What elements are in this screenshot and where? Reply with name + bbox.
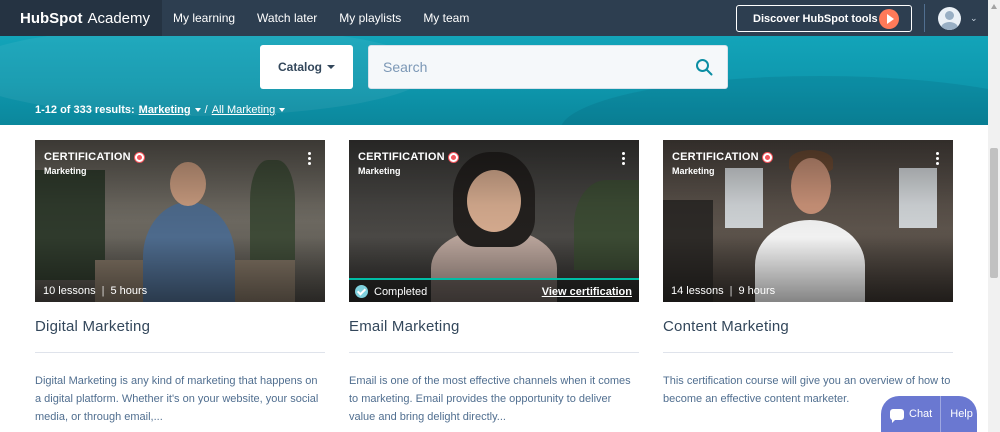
hubspot-academy-logo[interactable]: HubSpot Academy xyxy=(0,0,163,36)
search-placeholder: Search xyxy=(383,59,428,75)
results-count: 1-12 of 333 results: xyxy=(35,104,135,116)
certification-badge: CERTIFICATION xyxy=(672,151,772,163)
lesson-count: 14 lessons xyxy=(671,285,724,297)
discover-hubspot-tools-button[interactable]: Discover HubSpot tools xyxy=(736,5,912,32)
chat-button-label[interactable]: Chat xyxy=(909,408,932,420)
course-category: Marketing xyxy=(358,166,401,176)
avatar[interactable] xyxy=(938,7,961,30)
course-category: Marketing xyxy=(44,166,87,176)
course-title[interactable]: Digital Marketing xyxy=(35,318,325,335)
catalog-dropdown[interactable]: Catalog xyxy=(260,45,353,89)
search-icon[interactable] xyxy=(695,58,713,76)
certification-label: CERTIFICATION xyxy=(358,151,445,163)
avatar-body-shape xyxy=(941,22,958,30)
chat-bubble-icon xyxy=(890,408,904,423)
caret-down-icon xyxy=(327,65,335,69)
thumbnail-shade xyxy=(35,140,325,302)
certification-icon xyxy=(448,152,458,162)
certification-badge: CERTIFICATION xyxy=(44,151,144,163)
play-icon xyxy=(879,9,899,29)
more-options-icon[interactable] xyxy=(308,152,311,165)
search-hero: Catalog Search 1-12 of 333 results: Mark… xyxy=(0,36,988,125)
page-scrollbar[interactable] xyxy=(988,0,1000,432)
course-thumbnail[interactable]: CERTIFICATION Marketing 10 lessons | 5 h… xyxy=(35,140,325,302)
search-input[interactable]: Search xyxy=(368,45,728,89)
course-category: Marketing xyxy=(672,166,715,176)
results-summary: 1-12 of 333 results: Marketing / All Mar… xyxy=(35,104,286,116)
divider xyxy=(663,352,953,353)
completed-status: Completed xyxy=(374,286,428,298)
course-card[interactable]: CERTIFICATION Marketing Completed View c… xyxy=(349,140,639,426)
chat-widget[interactable]: Chat Help xyxy=(881,396,977,432)
certification-label: CERTIFICATION xyxy=(672,151,759,163)
certification-icon xyxy=(762,152,772,162)
course-thumbnail[interactable]: CERTIFICATION Marketing Completed View c… xyxy=(349,140,639,302)
lesson-count: 10 lessons xyxy=(43,285,96,297)
course-card[interactable]: CERTIFICATION Marketing 10 lessons | 5 h… xyxy=(35,140,325,426)
nav-my-playlists[interactable]: My playlists xyxy=(328,0,412,36)
check-circle-icon xyxy=(355,285,368,298)
meta-separator: | xyxy=(101,285,105,297)
certification-icon xyxy=(134,152,144,162)
thumbnail-shade xyxy=(663,140,953,302)
help-button-label[interactable]: Help xyxy=(950,408,973,420)
nav-my-team[interactable]: My team xyxy=(412,0,480,36)
course-title[interactable]: Email Marketing xyxy=(349,318,639,335)
course-meta: 14 lessons | 9 hours xyxy=(671,285,775,297)
nav-my-learning[interactable]: My learning xyxy=(162,0,246,36)
more-options-icon[interactable] xyxy=(936,152,939,165)
discover-label: Discover HubSpot tools xyxy=(753,12,878,25)
caret-down-icon[interactable] xyxy=(279,108,286,112)
course-title[interactable]: Content Marketing xyxy=(663,318,953,335)
logo-brand: HubSpot xyxy=(20,9,83,27)
course-description: Email is one of the most effective chann… xyxy=(349,375,631,423)
avatar-head-shape xyxy=(945,11,954,20)
completion-bar: Completed View certification xyxy=(349,280,639,302)
view-certification-link[interactable]: View certification xyxy=(542,286,632,298)
course-description: Digital Marketing is any kind of marketi… xyxy=(35,375,319,423)
certification-label: CERTIFICATION xyxy=(44,151,131,163)
scroll-thumb[interactable] xyxy=(990,148,998,278)
course-duration: 9 hours xyxy=(738,285,776,297)
meta-separator: | xyxy=(729,285,733,297)
top-navigation: HubSpot Academy My learning Watch later … xyxy=(0,0,988,36)
filter-marketing[interactable]: Marketing xyxy=(139,104,191,116)
chevron-down-icon[interactable]: ⌄ xyxy=(970,13,978,24)
more-options-icon[interactable] xyxy=(622,152,625,165)
scroll-up-arrow-icon[interactable] xyxy=(991,4,997,9)
divider xyxy=(349,352,639,353)
caret-down-icon[interactable] xyxy=(194,108,201,112)
course-thumbnail[interactable]: CERTIFICATION Marketing 14 lessons | 9 h… xyxy=(663,140,953,302)
filter-all-marketing[interactable]: All Marketing xyxy=(212,104,276,116)
course-card[interactable]: CERTIFICATION Marketing 14 lessons | 9 h… xyxy=(663,140,953,408)
divider xyxy=(35,352,325,353)
logo-product: Academy xyxy=(87,9,151,27)
catalog-label: Catalog xyxy=(277,60,322,74)
chat-divider xyxy=(940,396,942,432)
nav-divider xyxy=(924,4,925,32)
filter-separator: / xyxy=(204,104,208,116)
course-duration: 5 hours xyxy=(110,285,148,297)
certification-badge: CERTIFICATION xyxy=(358,151,458,163)
nav-watch-later[interactable]: Watch later xyxy=(246,0,328,36)
course-meta: 10 lessons | 5 hours xyxy=(43,285,147,297)
